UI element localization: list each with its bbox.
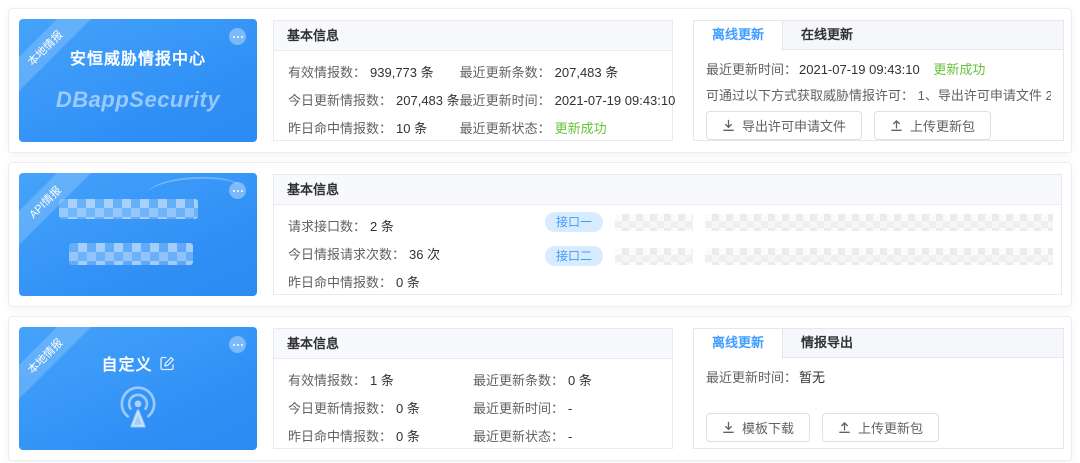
update-panel: 离线更新 在线更新 最近更新时间：2021-07-19 09:43:10 更新成… [693,20,1064,141]
info-line: 有效情报数：939,773 条 [288,62,460,81]
info-line: 最近更新状态：- [473,426,658,445]
info-line-status: 最近更新状态：更新成功 [460,118,676,137]
last-update-line: 最近更新时间：2021-07-19 09:43:10 更新成功 [706,59,1051,78]
interface-tag-1: 接口一 [545,212,603,232]
basic-info-panel: 基本信息 请求接口数：2 条 今日情报请求次数：36 次 昨日命中情报数：0 条… [273,174,1062,295]
redacted-text [615,248,693,265]
template-download-button[interactable]: 模板下载 [706,413,810,442]
tab-online-update[interactable]: 在线更新 [783,21,871,49]
redacted-text [705,248,1053,265]
more-options-button[interactable] [229,336,246,353]
basic-info-panel: 基本信息 有效情报数：1 条 今日更新情报数：0 条 昨日命中情报数：0 条 最… [273,328,673,449]
last-update-line: 最近更新时间：暂无 [706,367,1051,386]
status-badge: 更新成功 [555,121,607,136]
tab-offline-update[interactable]: 离线更新 [694,21,783,51]
upload-package-button[interactable]: 上传更新包 [822,413,939,442]
license-hint-text: 可通过以下方式获取威胁情报许可： 1、导出许可申请文件 2、登录安恒公司内网..… [706,85,1051,102]
info-line: 最近更新时间：2021-07-19 09:43:10 [460,90,676,109]
info-line: 最近更新条数：0 条 [473,370,658,389]
info-line: 今日更新情报数：0 条 [288,398,473,417]
upload-package-button[interactable]: 上传更新包 [874,111,991,140]
basic-info-panel: 基本信息 有效情报数：939,773 条 今日更新情报数：207,483 条 昨… [273,20,673,141]
basic-info-header: 基本信息 [274,21,672,51]
basic-info-header: 基本信息 [274,329,672,359]
info-line: 昨日命中情报数：0 条 [288,267,1047,295]
more-options-button[interactable] [229,182,246,199]
row-api-intel: API情报 基本信息 请求接口数：2 条 今日情报请求次数：36 次 昨日命中情… [8,162,1072,307]
tab-offline-update[interactable]: 离线更新 [694,329,783,359]
update-panel: 离线更新 情报导出 最近更新时间：暂无 模板下载 上传更新包 [693,328,1064,449]
broadcast-icon [114,383,162,433]
interface-tag-2: 接口二 [545,246,603,266]
source-card-api: API情报 [19,173,257,296]
corner-ribbon: 本地情报 [19,327,95,403]
upload-icon [838,421,851,434]
export-license-button[interactable]: 导出许可申请文件 [706,111,862,140]
basic-info-header: 基本信息 [274,175,1061,205]
redacted-title [59,199,198,219]
info-line: 今日更新情报数：207,483 条 [288,90,460,109]
more-options-button[interactable] [229,28,246,45]
upload-icon [890,119,903,132]
api-interface-list: 接口一 接口二 [545,212,1053,266]
update-tabs: 离线更新 在线更新 [693,20,1064,50]
redacted-subtitle [69,243,193,265]
update-tabs: 离线更新 情报导出 [693,328,1064,358]
redacted-text [705,214,1053,231]
info-line: 最近更新条数：207,483 条 [460,62,676,81]
info-line: 昨日命中情报数：10 条 [288,118,460,137]
intel-source-list: 本地情报 安恒威胁情报中心 DBappSecurity 基本信息 有效情报数：9… [0,0,1080,463]
redacted-text [615,214,693,231]
tab-intel-export[interactable]: 情报导出 [783,329,871,357]
ribbon-label: 本地情报 [19,19,93,95]
row-dbapp-intel-center: 本地情报 安恒威胁情报中心 DBappSecurity 基本信息 有效情报数：9… [8,8,1072,153]
corner-ribbon: 本地情报 [19,19,95,95]
download-icon [722,119,735,132]
api-interface-row: 接口二 [545,246,1053,266]
source-card-dbapp: 本地情报 安恒威胁情报中心 DBappSecurity [19,19,257,142]
source-card-custom: 本地情报 自定义 [19,327,257,450]
download-icon [722,421,735,434]
api-interface-row: 接口一 [545,212,1053,232]
ribbon-label: 本地情报 [19,327,93,403]
edit-icon[interactable] [160,356,175,371]
update-status-text: 更新成功 [933,62,985,77]
info-line: 昨日命中情报数：0 条 [288,426,473,445]
info-line: 最近更新时间：- [473,398,658,417]
source-title: 自定义 [101,351,152,375]
row-custom-intel: 本地情报 自定义 基本信息 有效情报数：1 条 [8,316,1072,461]
info-line: 有效情报数：1 条 [288,370,473,389]
